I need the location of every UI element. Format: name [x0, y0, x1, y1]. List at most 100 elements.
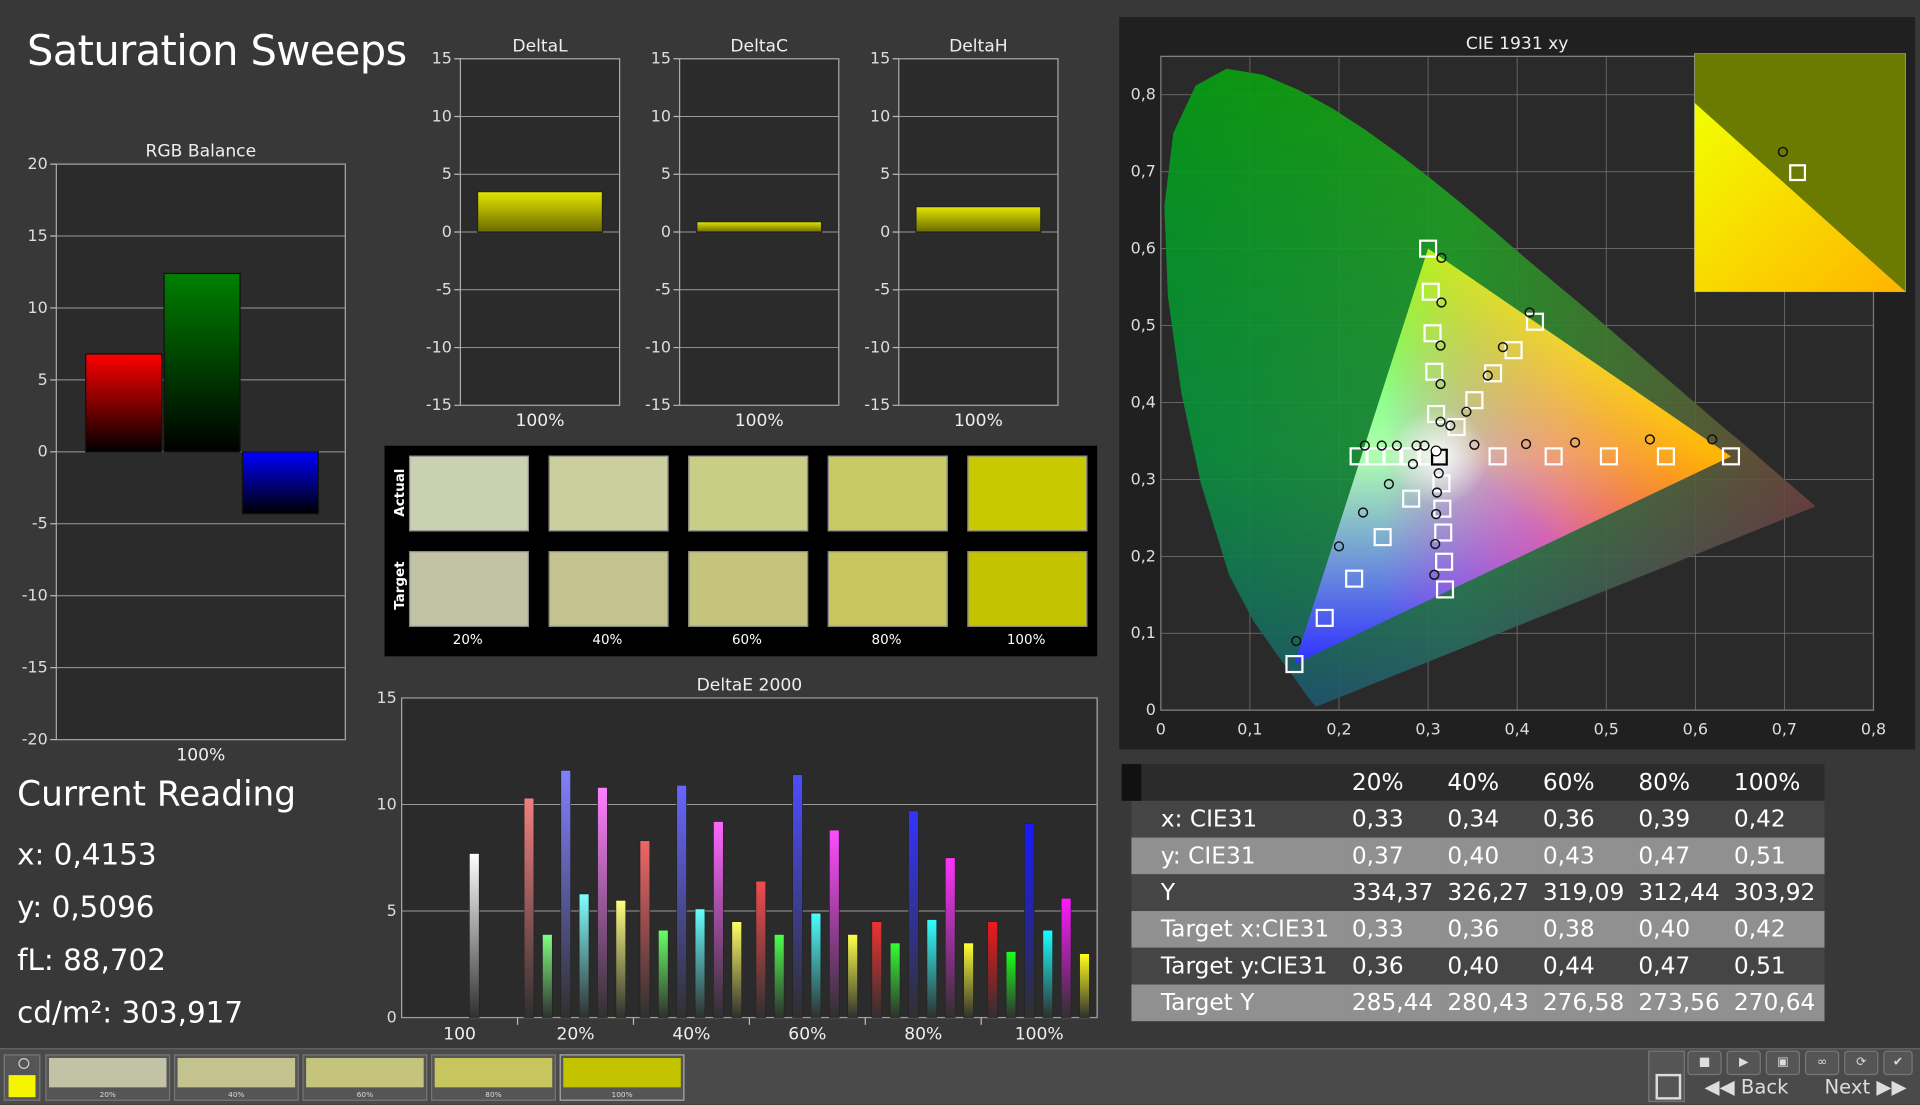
y-tick-label: 0	[661, 222, 671, 241]
table-header-cell	[1121, 764, 1347, 801]
deltah-chart: 15 10 5 0 -5 -10 -15 DeltaH 100%	[864, 36, 1059, 431]
y-tick-label: 10	[376, 794, 396, 813]
x-category-label: 100	[443, 1025, 476, 1045]
table-cell: 0,51	[1733, 842, 1786, 870]
play-icon[interactable]: ▶	[1726, 1050, 1761, 1076]
y-tick-label: 10	[651, 106, 671, 125]
table-row-label: Target y:CIE31	[1160, 952, 1328, 980]
table-cell: 326,27	[1447, 879, 1529, 907]
x-category-label: 80%	[904, 1025, 942, 1045]
save-icon[interactable]: ▣	[1765, 1050, 1801, 1076]
chart-title: DeltaH	[949, 36, 1008, 56]
x-category-label: 100%	[176, 745, 225, 765]
patch-color	[434, 1057, 553, 1088]
y-tick-label: -5	[32, 514, 48, 533]
rgb-bar	[85, 353, 163, 453]
record-button[interactable]	[1648, 1050, 1685, 1103]
deltae-bar	[542, 934, 553, 1018]
patch-label: 20%	[99, 1091, 116, 1100]
deltal-chart: 15 10 5 0 -5 -10 -15 DeltaL 100%	[426, 36, 621, 431]
x-category-label: 100%	[954, 411, 1003, 431]
y-tick-label: 0	[880, 222, 890, 241]
y-tick-label: 15	[376, 688, 396, 707]
table-cell: 0,36	[1351, 952, 1404, 980]
x-tick-label: 0,2	[1326, 720, 1351, 739]
table-row-label: x: CIE31	[1160, 805, 1258, 833]
table-header-cell: 40%	[1447, 768, 1500, 796]
deltae-bar	[731, 921, 742, 1018]
back-button[interactable]: ◀◀ Back	[1705, 1075, 1789, 1098]
x-category-label: 100%	[516, 411, 565, 431]
y-tick-label: 0,1	[1131, 623, 1156, 642]
x-category-label: 20%	[556, 1025, 594, 1045]
current-patch-indicator[interactable]	[3, 1054, 41, 1101]
swatch-label: 20%	[452, 631, 483, 648]
x-tick-label: 0,7	[1772, 720, 1797, 739]
y-tick-label: 0,3	[1131, 469, 1156, 488]
target-swatch	[967, 551, 1088, 627]
table-row: Target Y 285,44 280,43 276,58 273,56 270,64	[1131, 984, 1825, 1022]
table-cell: 0,36	[1542, 805, 1595, 833]
table-row-label: Y	[1160, 879, 1176, 907]
y-tick-label: 0,2	[1131, 546, 1156, 565]
y-tick-label: 0,7	[1131, 162, 1156, 181]
refresh-icon[interactable]: ⟳	[1844, 1050, 1879, 1076]
patch-tile[interactable]: 40%	[173, 1054, 299, 1101]
y-tick-label: 0	[38, 442, 48, 461]
y-tick-label: -10	[645, 337, 671, 356]
rgb-balance-chart: 20 15 10 5 0 -5 -10 -15 -20 RGB Balance 100%	[22, 142, 346, 765]
delta-bar	[915, 206, 1042, 233]
patch-tile[interactable]: 60%	[302, 1054, 428, 1101]
patch-tile[interactable]: 80%	[431, 1054, 556, 1101]
square-icon	[1655, 1073, 1682, 1100]
deltae-bar	[615, 900, 627, 1018]
table-cell: 0,43	[1542, 842, 1595, 870]
x-tick-label: 0,3	[1415, 720, 1440, 739]
y-tick-label: 5	[38, 370, 48, 389]
table-cell: 0,42	[1733, 915, 1786, 943]
patch-tile[interactable]: 20%	[45, 1054, 171, 1101]
deltae-bar	[963, 942, 974, 1018]
patch-label: 100%	[611, 1091, 633, 1100]
x-tick-label: 0,8	[1861, 720, 1886, 739]
next-button[interactable]: Next ▶▶	[1825, 1075, 1907, 1098]
table-cell: 0,47	[1638, 952, 1691, 980]
swatch-label: 60%	[731, 631, 762, 648]
table-cell: 0,47	[1638, 842, 1691, 870]
table-cell: 0,33	[1351, 805, 1404, 833]
deltae-bar	[829, 829, 840, 1018]
y-tick-label: 0	[387, 1007, 397, 1026]
table-row-label: Target x:CIE31	[1160, 915, 1330, 943]
deltae-bar	[1060, 897, 1072, 1018]
patch-tile[interactable]: 100%	[559, 1054, 685, 1101]
y-tick-label: 10	[432, 106, 452, 125]
table-header-cell: 60%	[1542, 768, 1595, 796]
table-header-cell: 20%	[1351, 768, 1404, 796]
reading-x: x: 0,4153	[17, 837, 157, 872]
check-icon[interactable]: ✔	[1883, 1050, 1913, 1076]
deltae-bar	[945, 857, 956, 1018]
y-tick-label: -15	[645, 395, 671, 414]
x-category-label: 40%	[672, 1025, 710, 1045]
y-tick-label: 0	[1146, 700, 1156, 719]
deltae-bar	[676, 785, 687, 1018]
cie-panel: CIE 1931 xy 0 0,1 0,2 0,3 0,4 0,5 0,6 0,7 0,8 0 0,1…	[1119, 17, 1916, 750]
table-row-label: y: CIE31	[1160, 842, 1256, 870]
reading-y: y: 0,5096	[17, 890, 155, 925]
table-cell: 273,56	[1638, 989, 1720, 1017]
rgb-bar	[241, 451, 319, 515]
y-tick-label: 5	[880, 164, 890, 183]
patch-label: 60%	[356, 1091, 374, 1100]
x-tick-label: 0,6	[1683, 720, 1708, 739]
chart-title: RGB Balance	[145, 142, 256, 162]
stop-icon[interactable]: ■	[1687, 1050, 1722, 1076]
patch-color	[177, 1057, 296, 1088]
table-row: Target y:CIE31 0,36 0,40 0,44 0,47 0,51	[1131, 947, 1825, 985]
x-tick-label: 0	[1156, 720, 1166, 739]
y-tick-label: 15	[870, 49, 890, 68]
table-cell: 0,36	[1447, 915, 1500, 943]
back-arrow-icon: ◀◀	[1704, 1075, 1741, 1099]
x-tick-label: 0,5	[1594, 720, 1619, 739]
loop-icon[interactable]: ∞	[1804, 1050, 1840, 1076]
deltae-bar	[1024, 823, 1035, 1018]
